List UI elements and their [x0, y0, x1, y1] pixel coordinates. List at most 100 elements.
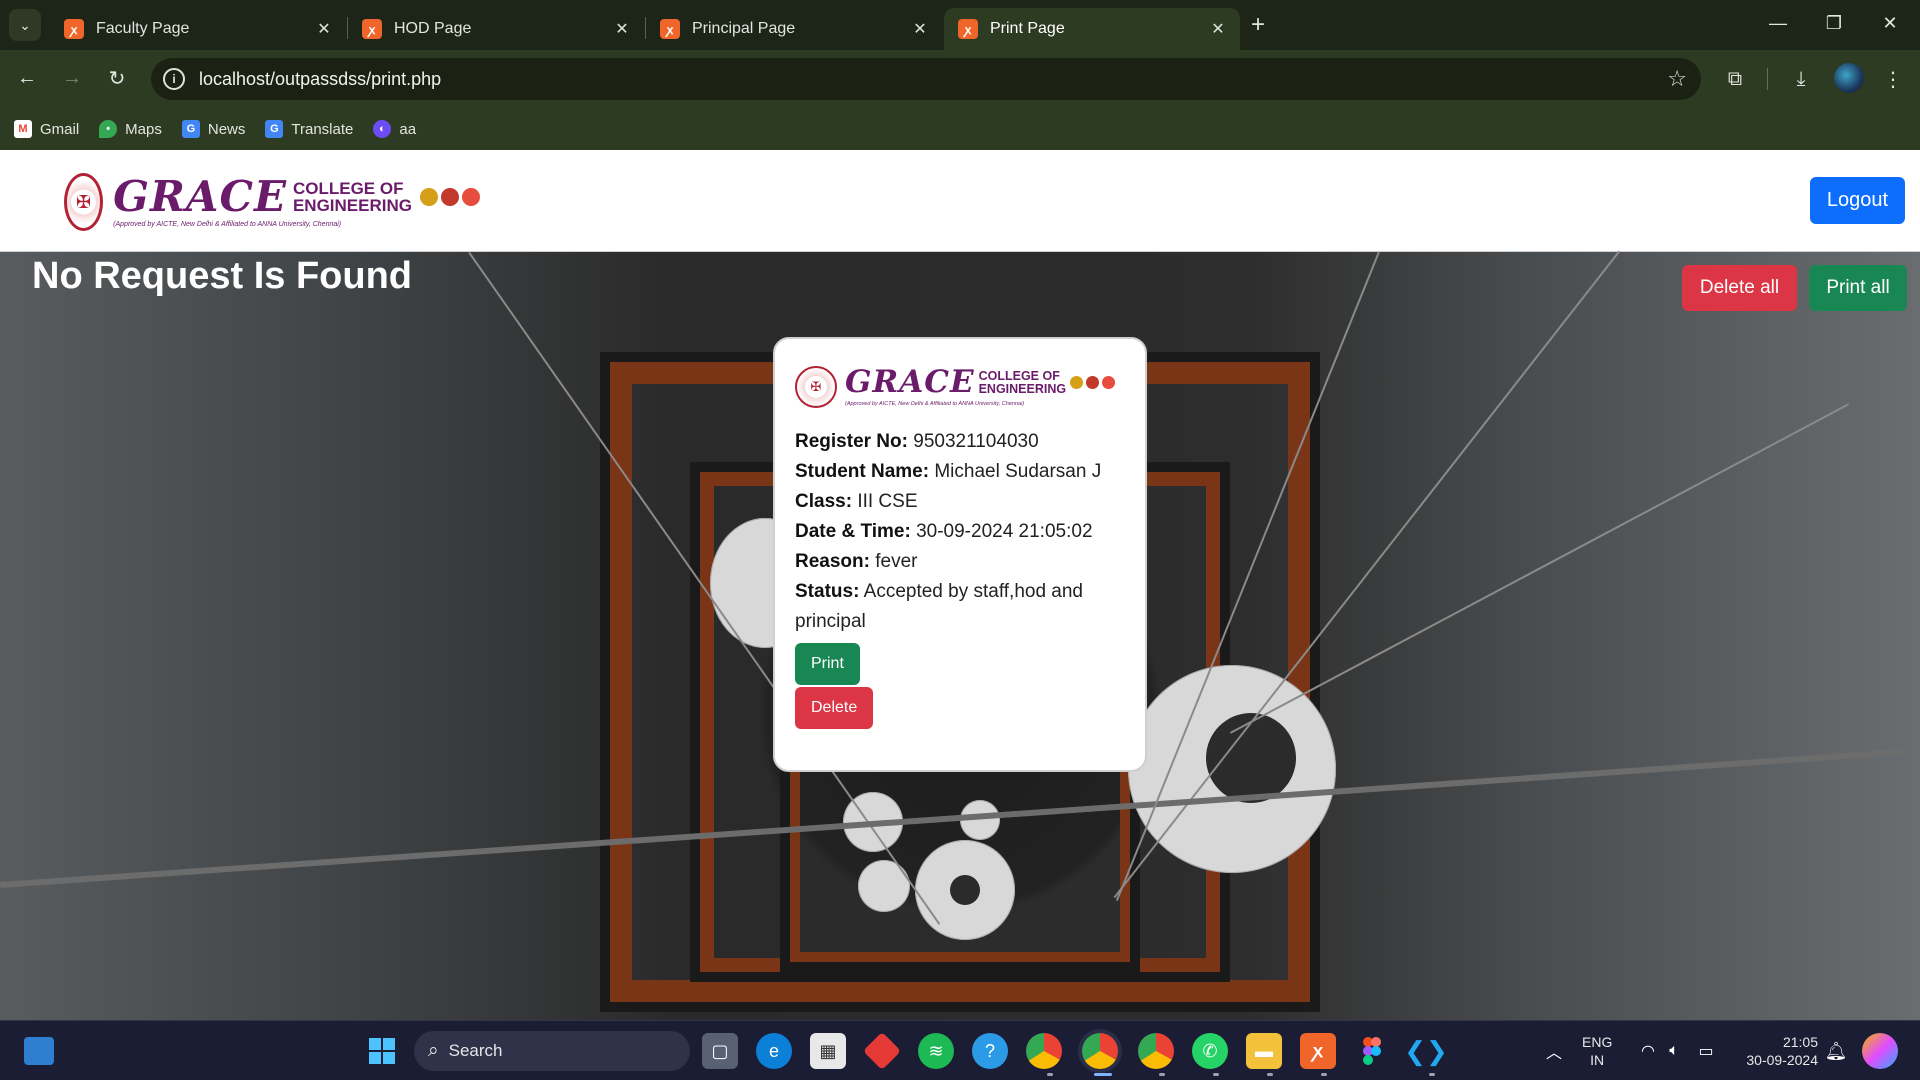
xampp-favicon-icon: ꭗ	[958, 19, 978, 39]
address-url[interactable]: localhost/outpassdss/print.php	[199, 69, 441, 90]
browser-menu-kebab-icon[interactable]: ⋮	[1876, 62, 1910, 96]
app-diamond-icon[interactable]	[862, 1031, 902, 1071]
minimize-window-icon[interactable]: —	[1750, 0, 1806, 46]
bookmark-label: Maps	[125, 120, 162, 138]
active-indicator	[1094, 1073, 1112, 1076]
delete-button[interactable]: Delete	[795, 687, 874, 729]
language-code: ENG	[1582, 1034, 1613, 1050]
copilot-icon[interactable]: ?	[972, 1033, 1008, 1069]
address-bar[interactable]: i localhost/outpassdss/print.php ☆	[151, 58, 1701, 100]
bookmark-app-icon: ◐	[373, 120, 392, 138]
print-button[interactable]: Print	[795, 643, 860, 685]
forward-arrow-icon[interactable]: →	[55, 61, 89, 95]
site-info-icon[interactable]: i	[163, 68, 185, 90]
bookmark-translate[interactable]: G Translate	[265, 120, 353, 138]
tab-title: HOD Page	[394, 20, 472, 37]
close-tab-icon[interactable]: ✕	[612, 19, 632, 39]
file-explorer-icon[interactable]: ▬	[1246, 1033, 1282, 1069]
downloads-icon[interactable]: ⤓	[1784, 62, 1818, 96]
bookmark-aa[interactable]: ◐ aa	[373, 120, 416, 138]
delete-all-button[interactable]: Delete all	[1682, 265, 1797, 311]
browser-toolbar: ← → ↻ i localhost/outpassdss/print.php ☆…	[0, 50, 1920, 108]
cable	[1230, 403, 1850, 734]
field-label: Reason:	[795, 551, 870, 572]
brand-college: COLLEGE OF ENGINEERING	[293, 180, 412, 214]
language-indicator[interactable]: ENG IN	[1582, 1033, 1612, 1069]
print-all-button[interactable]: Print all	[1809, 265, 1907, 311]
chrome-icon[interactable]	[1026, 1033, 1062, 1069]
translate-icon: G	[265, 120, 284, 138]
battery-icon[interactable]: ▭	[1688, 1033, 1724, 1069]
tab-faculty-page[interactable]: ꭗ Faculty Page ✕	[50, 8, 346, 50]
whatsapp-icon[interactable]: ✆	[1192, 1033, 1228, 1069]
emblem-icon	[1070, 376, 1084, 389]
brand-block: GRACE COLLEGE OF ENGINEERING (Approved b…	[845, 367, 1116, 407]
tab-hod-page[interactable]: ꭗ HOD Page ✕	[348, 8, 644, 50]
field-label: Student Name:	[795, 461, 930, 482]
brand-name: GRACE	[113, 172, 287, 221]
no-request-heading: No Request Is Found	[32, 255, 412, 297]
bookmark-label: Translate	[291, 120, 354, 138]
notification-bell-icon[interactable]: 🔔︎	[1818, 1033, 1854, 1069]
tab-search-chevron-icon[interactable]: ⌄	[9, 9, 41, 41]
clock-date: 30-09-2024	[1746, 1052, 1818, 1068]
tab-principal-page[interactable]: ꭗ Principal Page ✕	[646, 8, 942, 50]
web-page: ✠ GRACE COLLEGE OF ENGINEERING (Approved…	[0, 150, 1920, 1020]
search-placeholder: Search	[448, 1041, 503, 1060]
show-hidden-icons-chevron-icon[interactable]: ︿	[1536, 1033, 1572, 1069]
datetime-value: 30-09-2024 21:05:02	[916, 521, 1093, 542]
volume-icon[interactable]: 🔈︎	[1656, 1033, 1692, 1069]
restore-window-icon[interactable]: ❐	[1806, 0, 1862, 46]
close-tab-icon[interactable]: ✕	[910, 19, 930, 39]
edge-browser-icon[interactable]: e	[756, 1033, 792, 1069]
figma-icon[interactable]	[1354, 1033, 1390, 1069]
brand-line-2: ENGINEERING	[978, 381, 1067, 396]
gmail-icon: M	[14, 120, 32, 138]
close-tab-icon[interactable]: ✕	[1208, 19, 1228, 39]
field-label: Register No:	[795, 431, 908, 452]
widgets-icon[interactable]	[24, 1037, 54, 1065]
student-name-field: Student Name: Michael Sudarsan J	[795, 457, 1125, 487]
tab-print-page[interactable]: ꭗ Print Page ✕	[944, 8, 1240, 50]
copilot-pre-icon[interactable]	[1862, 1033, 1898, 1069]
vscode-icon[interactable]: ❮❯	[1404, 1033, 1448, 1069]
brand-tagline: (Approved by AICTE, New Delhi & Affiliat…	[113, 221, 342, 228]
xampp-icon[interactable]: ꭗ	[1300, 1033, 1336, 1069]
xampp-favicon-icon: ꭗ	[660, 19, 680, 39]
datetime-field: Date & Time: 30-09-2024 21:05:02	[795, 517, 1125, 547]
logout-button[interactable]: Logout	[1810, 177, 1905, 224]
task-view-icon[interactable]: ▢	[702, 1033, 738, 1069]
chrome-active-icon[interactable]	[1082, 1033, 1118, 1069]
accreditation-emblems	[420, 188, 480, 206]
windows-start-icon[interactable]	[364, 1033, 400, 1069]
xampp-favicon-icon: ꭗ	[362, 19, 382, 39]
maps-icon: •	[99, 120, 118, 138]
bookmark-maps[interactable]: • Maps	[99, 120, 162, 138]
extensions-puzzle-icon[interactable]: ⧉	[1718, 62, 1752, 96]
chrome-profile-icon[interactable]	[1138, 1033, 1174, 1069]
reload-icon[interactable]: ↻	[100, 61, 134, 95]
field-label: Class:	[795, 491, 853, 512]
spotify-icon[interactable]: ≋	[918, 1033, 954, 1069]
profile-avatar[interactable]	[1834, 63, 1864, 93]
xampp-favicon-icon: ꭗ	[64, 19, 84, 39]
close-tab-icon[interactable]: ✕	[314, 19, 334, 39]
back-arrow-icon[interactable]: ←	[10, 61, 44, 95]
close-window-icon[interactable]: ✕	[1862, 0, 1918, 46]
bookmark-news[interactable]: G News	[181, 120, 245, 138]
clock[interactable]: 21:05 30-09-2024	[1734, 1033, 1818, 1069]
college-logo[interactable]: ✠ GRACE COLLEGE OF ENGINEERING (Approved…	[64, 166, 480, 238]
brand-block: GRACE COLLEGE OF ENGINEERING (Approved b…	[113, 176, 480, 228]
emblem-icon	[1086, 376, 1100, 389]
taskbar-search[interactable]: ⌕ Search	[414, 1031, 690, 1071]
reason-value: fever	[875, 551, 918, 572]
new-tab-plus-icon[interactable]: +	[1244, 11, 1272, 39]
brand-college: COLLEGE OF ENGINEERING	[979, 370, 1067, 395]
bookmark-gmail[interactable]: M Gmail	[14, 120, 79, 138]
microsoft-store-icon[interactable]: ▦	[810, 1033, 846, 1069]
brand-line-1: COLLEGE OF	[292, 179, 404, 198]
site-header: ✠ GRACE COLLEGE OF ENGINEERING (Approved…	[0, 150, 1920, 252]
bookmark-star-icon[interactable]: ☆	[1667, 66, 1687, 92]
status-field: Status: Accepted by staff,hod and princi…	[795, 577, 1125, 637]
brand-tagline: (Approved by AICTE, New Delhi & Affiliat…	[845, 401, 1025, 407]
